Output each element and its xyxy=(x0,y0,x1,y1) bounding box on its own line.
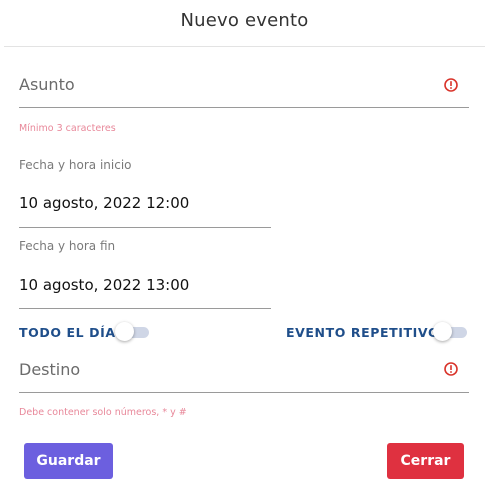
all-day-toggle-thumb xyxy=(115,322,134,341)
destination-placeholder: Destino xyxy=(19,360,81,379)
end-date-label: Fecha y hora fin xyxy=(19,239,116,253)
subject-underline xyxy=(19,107,469,108)
repeat-label: EVENTO REPETITIVO xyxy=(286,325,440,340)
start-date-label: Fecha y hora inicio xyxy=(19,158,132,172)
repeat-toggle[interactable] xyxy=(433,322,469,342)
dialog-header: Nuevo evento xyxy=(4,0,485,47)
destination-hint: Debe contener solo números, * y # xyxy=(19,407,187,418)
new-event-dialog: Nuevo evento Asunto Mínimo 3 caracteres … xyxy=(0,0,489,493)
start-date-field[interactable]: 10 agosto, 2022 12:00 xyxy=(19,188,271,228)
start-date-underline xyxy=(19,227,271,228)
subject-hint: Mínimo 3 caracteres xyxy=(19,123,116,134)
end-date-underline xyxy=(19,308,271,309)
all-day-toggle[interactable] xyxy=(115,322,151,342)
repeat-toggle-thumb xyxy=(433,322,452,341)
all-day-label: TODO EL DÍA xyxy=(19,325,116,340)
end-date-value: 10 agosto, 2022 13:00 xyxy=(19,276,190,294)
subject-placeholder: Asunto xyxy=(19,75,75,94)
end-date-field[interactable]: 10 agosto, 2022 13:00 xyxy=(19,269,271,309)
start-date-value: 10 agosto, 2022 12:00 xyxy=(19,194,190,212)
close-button[interactable]: Cerrar xyxy=(387,443,464,479)
destination-field[interactable]: Destino xyxy=(19,350,469,393)
error-circle-icon xyxy=(444,78,458,92)
dialog-title: Nuevo evento xyxy=(180,10,309,31)
subject-field[interactable]: Asunto xyxy=(19,64,469,108)
save-button[interactable]: Guardar xyxy=(24,443,113,479)
error-circle-icon xyxy=(444,362,458,376)
destination-underline xyxy=(19,392,469,393)
